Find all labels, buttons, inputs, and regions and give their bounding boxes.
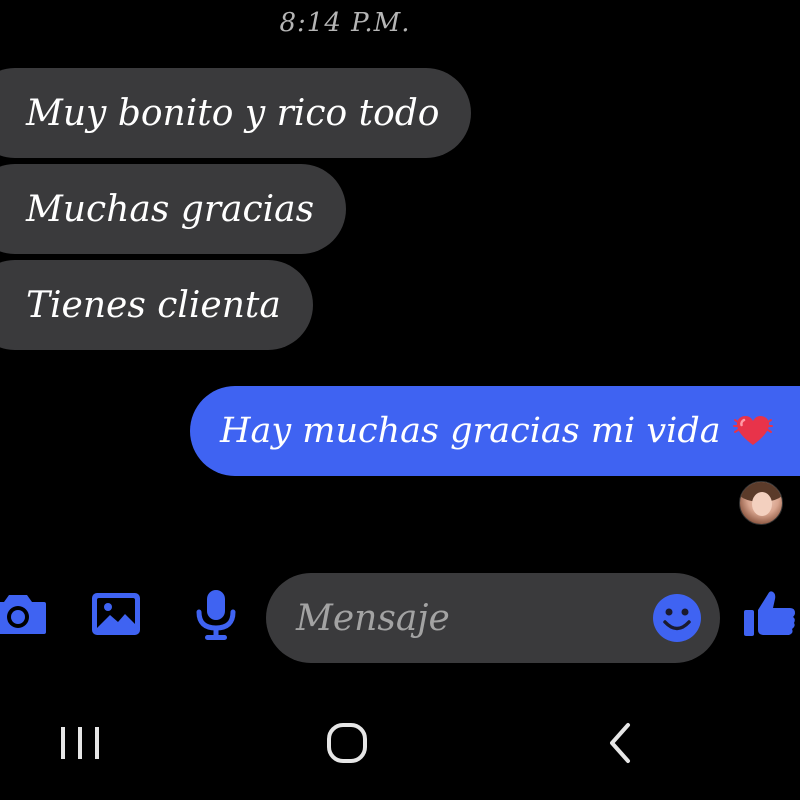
chat-screen: 8:14 P.M. Muy bonito y rico todo Muchas …: [0, 0, 800, 800]
recents-icon[interactable]: [50, 712, 110, 772]
seen-receipt-avatar: [739, 481, 783, 525]
message-text: Muy bonito y rico todo: [26, 92, 440, 134]
gallery-icon[interactable]: [86, 584, 146, 644]
incoming-message-bubble[interactable]: Tienes clienta: [0, 260, 313, 350]
home-icon[interactable]: [317, 712, 377, 772]
microphone-icon[interactable]: [186, 584, 246, 644]
beating-heart-icon: [732, 411, 773, 451]
message-input-placeholder: Mensaje: [296, 597, 450, 639]
message-input[interactable]: Mensaje: [266, 573, 720, 663]
camera-icon[interactable]: [0, 584, 48, 644]
message-text: Tienes clienta: [26, 284, 281, 326]
emoji-icon[interactable]: [652, 593, 702, 643]
message-timestamp: 8:14 P.M.: [279, 8, 411, 38]
message-text: Muchas gracias: [26, 188, 315, 230]
thumbs-up-icon[interactable]: [740, 584, 800, 644]
message-text: Hay muchas gracias mi vida: [220, 411, 721, 451]
outgoing-message-bubble[interactable]: Hay muchas gracias mi vida: [190, 386, 800, 476]
incoming-message-bubble[interactable]: Muy bonito y rico todo: [0, 68, 472, 158]
incoming-message-bubble[interactable]: Muchas gracias: [0, 164, 347, 254]
back-icon[interactable]: [592, 712, 652, 772]
